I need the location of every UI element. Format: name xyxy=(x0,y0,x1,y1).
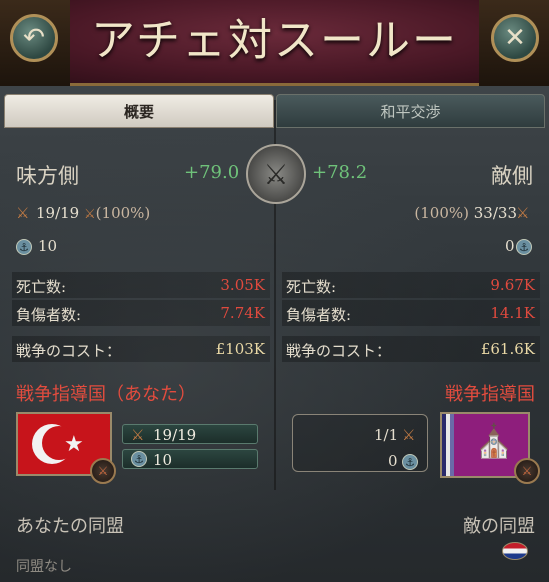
enemy-war-leader-label: 戦争指導国 xyxy=(445,384,535,405)
ally-cost-label: 戦争のコスト： xyxy=(16,342,122,360)
navy-icon: ⚓ xyxy=(131,451,147,467)
navy-icon: ⚓ xyxy=(402,454,418,470)
enemy-deaths-value: 9.67K xyxy=(490,276,535,294)
army-medal-icon: ⚔ xyxy=(514,458,540,484)
army-icon: ⚔ xyxy=(16,204,30,222)
enemy-cost-label: 戦争のコスト： xyxy=(286,342,392,360)
ally-leader-armies: 19/19 xyxy=(153,426,197,444)
enemy-war-score: +78.2 xyxy=(312,162,368,183)
enemy-armies: (100%) 33/33 xyxy=(414,204,517,222)
enemy-armies-percent: (100%) xyxy=(414,204,469,222)
tab-peace-negotiation[interactable]: 和平交渉 xyxy=(276,94,545,128)
enemy-leader-armies: 1/1 xyxy=(374,426,399,444)
enemy-wounded-value: 14.1K xyxy=(490,304,535,322)
ally-armies-percent: (​100%) xyxy=(95,204,151,222)
enemy-ally-flag[interactable] xyxy=(502,542,528,560)
ally-side-title: 味方側 xyxy=(16,164,79,188)
enemy-cost-value: £61.6K xyxy=(480,340,535,358)
ally-armies-count: 19/19 xyxy=(36,204,80,222)
window-title: アチェ対スールー xyxy=(90,15,459,66)
close-icon: ✕ xyxy=(504,23,526,53)
army-icon: ⚔ xyxy=(131,426,145,444)
enemy-alliance-label: 敵の同盟 xyxy=(463,516,535,537)
enemy-side-title: 敵側 xyxy=(491,164,533,188)
ally-armies: 19/19 ⚔(​100%) xyxy=(36,204,150,222)
emblem-icon: ⛪ xyxy=(474,422,514,460)
ally-alliance-label: あなたの同盟 xyxy=(16,516,124,537)
flag-stripe xyxy=(442,414,454,476)
navy-icon: ⚓ xyxy=(16,239,32,255)
army-icon-small: ⚔ xyxy=(84,207,96,222)
enemy-armies-count: 33/33 xyxy=(473,204,517,222)
army-icon: ⚔ xyxy=(516,204,530,222)
ally-leader-ships-box: ⚓ 10 xyxy=(122,449,258,469)
header-bar: アチェ対スールー ↶ ✕ xyxy=(0,0,549,86)
ally-leader-ships: 10 xyxy=(153,451,173,469)
ally-war-score: +79.0 xyxy=(184,162,240,183)
back-button[interactable]: ↶ xyxy=(10,14,58,62)
ally-leader-armies-box: ⚔ 19/19 xyxy=(122,424,258,444)
army-icon: ⚔ xyxy=(402,426,416,444)
enemy-wounded-label: 負傷者数: xyxy=(286,306,352,324)
ally-deaths-value: 3.05K xyxy=(220,276,265,294)
back-arrow-icon: ↶ xyxy=(23,23,45,53)
ally-cost-value: £103K xyxy=(215,340,265,358)
close-button[interactable]: ✕ xyxy=(491,14,539,62)
star-icon: ★ xyxy=(64,432,84,457)
ally-war-leader-label: 戦争指導国（あなた） xyxy=(16,384,196,405)
ally-wounded-label: 負傷者数: xyxy=(16,306,82,324)
crossed-swords-icon: ⚔ xyxy=(246,144,306,204)
army-medal-icon: ⚔ xyxy=(90,458,116,484)
ally-ships: 10 xyxy=(38,237,58,255)
ally-alliance-none: 同盟なし xyxy=(16,559,72,575)
ally-deaths-label: 死亡数: xyxy=(16,278,67,296)
tab-overview[interactable]: 概要 xyxy=(4,94,274,128)
enemy-deaths-label: 死亡数: xyxy=(286,278,337,296)
ally-wounded-value: 7.74K xyxy=(220,304,265,322)
enemy-leader-ships: 0 xyxy=(388,452,398,470)
navy-icon: ⚓ xyxy=(516,239,532,255)
enemy-ships: 0 xyxy=(505,237,515,255)
